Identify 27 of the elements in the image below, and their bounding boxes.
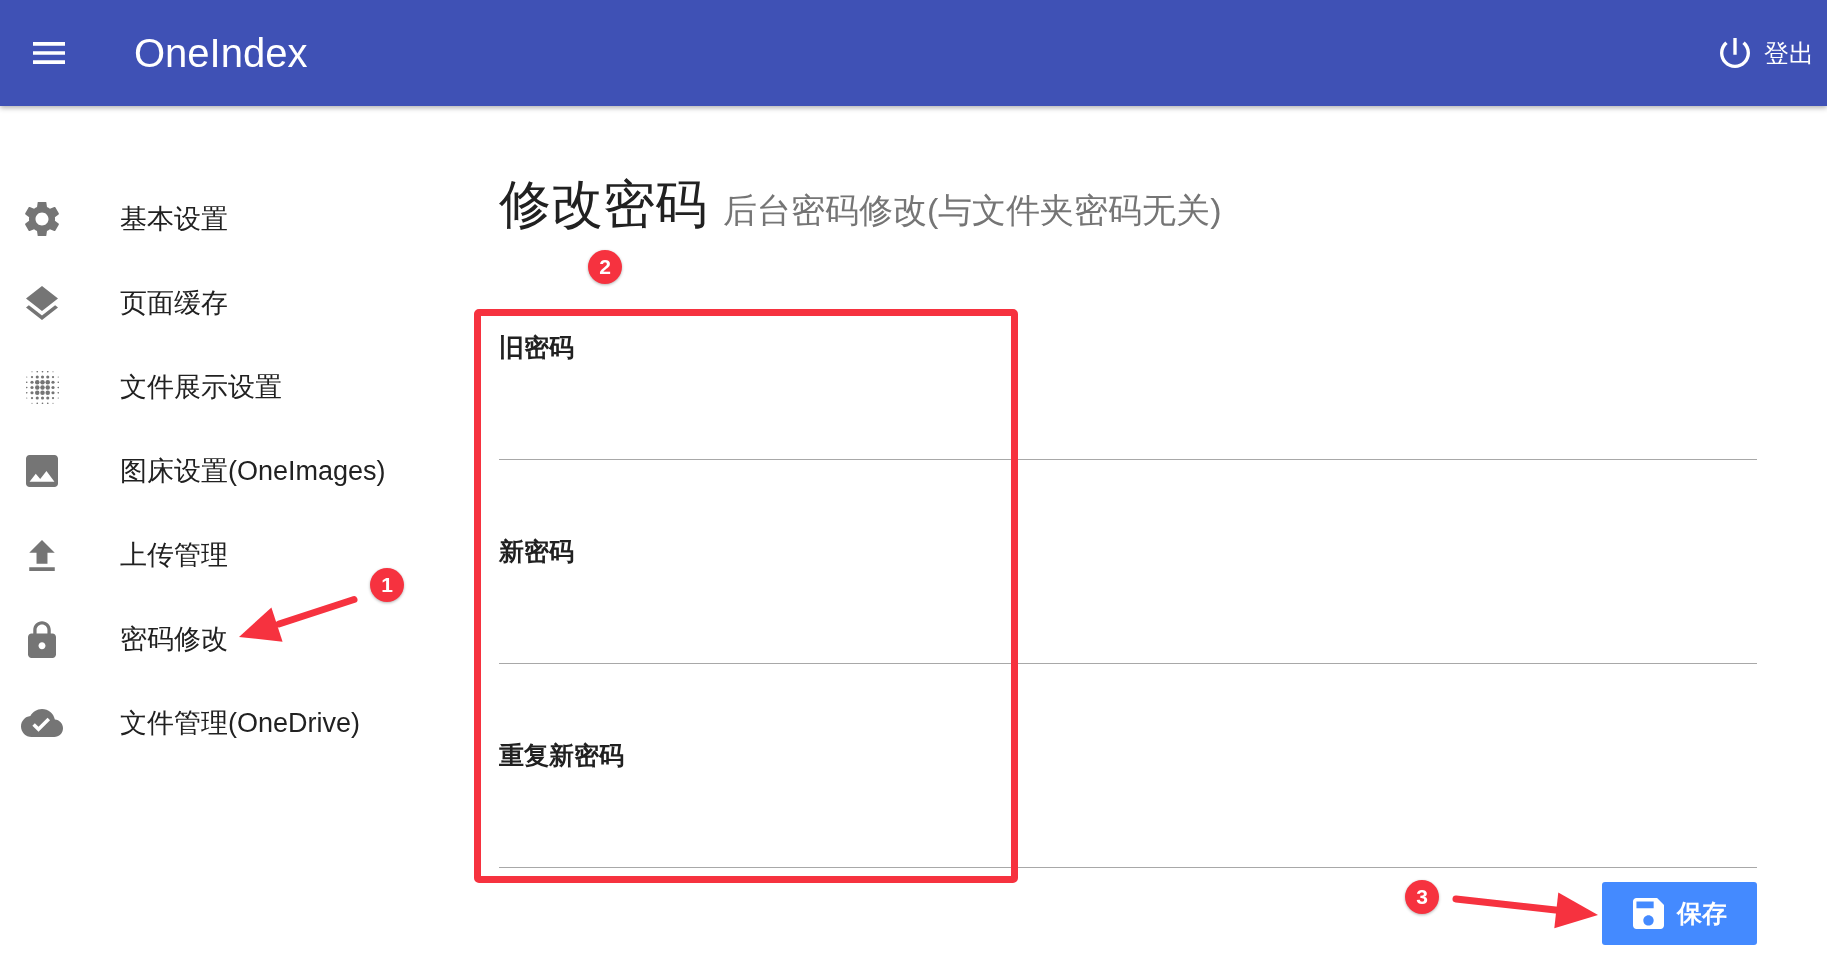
- cloud-check-icon: [21, 709, 63, 737]
- dot-grid-icon: [25, 370, 59, 404]
- menu-button[interactable]: [33, 42, 65, 64]
- sidebar-item[interactable]: 上传管理: [20, 513, 228, 597]
- lock-icon: [28, 620, 56, 658]
- upload-icon: [29, 539, 55, 571]
- layers-icon: [26, 286, 58, 320]
- page-subtitle: 后台密码修改(与文件夹密码无关): [723, 190, 1222, 231]
- step-number: 2: [588, 250, 622, 284]
- step-number: 3: [1405, 880, 1439, 914]
- field-label: 旧密码: [499, 332, 574, 362]
- gear-icon: [25, 202, 59, 236]
- sidebar-item[interactable]: 密码修改: [20, 597, 228, 681]
- field-label: 新密码: [499, 536, 574, 566]
- sidebar-item[interactable]: 页面缓存: [20, 261, 228, 345]
- power-icon: [1720, 38, 1750, 68]
- image-icon: [26, 455, 58, 487]
- sidebar-item[interactable]: 图床设置(OneImages): [20, 429, 386, 513]
- sidebar-item[interactable]: 基本设置: [20, 177, 228, 261]
- sidebar-item[interactable]: 文件管理(OneDrive): [20, 681, 361, 765]
- sidebar-item[interactable]: 文件展示设置: [20, 345, 282, 429]
- app-title: OneIndex: [134, 33, 308, 73]
- logout-button[interactable]: 登出: [1720, 36, 1814, 70]
- field-label: 重复新密码: [499, 740, 624, 770]
- menu-icon: [33, 42, 65, 64]
- step-number: 1: [370, 568, 404, 602]
- page-title: 修改密码: [499, 174, 707, 234]
